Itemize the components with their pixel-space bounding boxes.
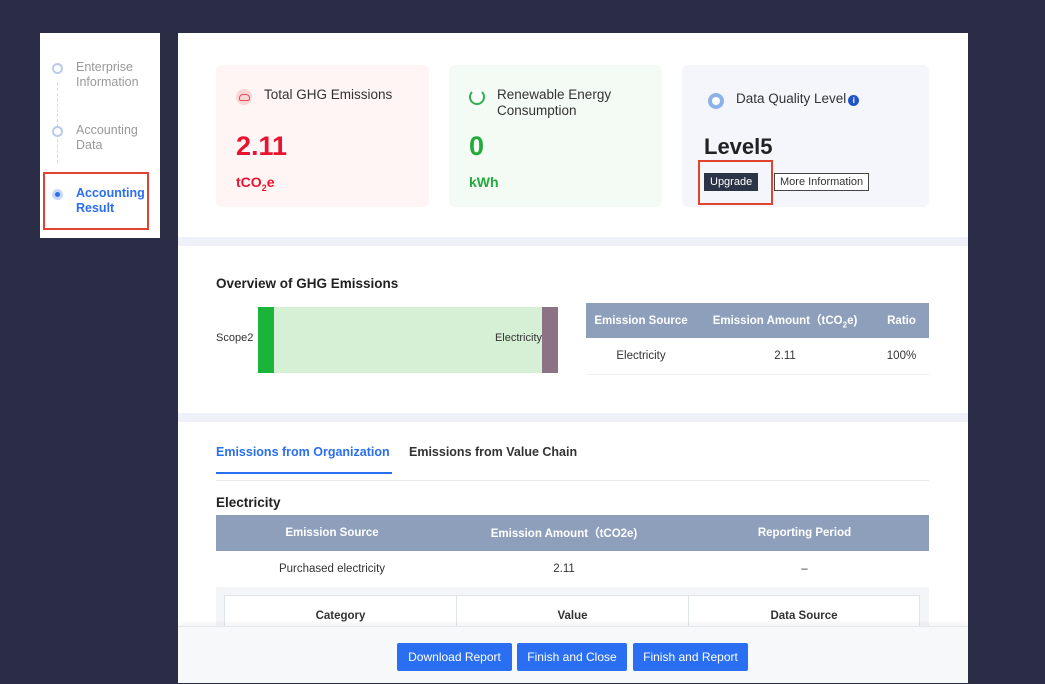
table-cell: 2.11	[696, 338, 874, 375]
summary-cards: Total GHG Emissions 2.11 tCO2e Renewable…	[216, 65, 929, 207]
overview-title: Overview of GHG Emissions	[216, 276, 399, 291]
table-cell: 2.11	[553, 563, 575, 575]
table-cell: 100%	[874, 338, 929, 375]
card-renewable-energy: Renewable Energy Consumption 0 kWh	[449, 65, 662, 207]
ghg-value: 2.11	[236, 131, 288, 161]
renewable-value: 0	[469, 131, 485, 161]
ghg-unit: tCO2e	[236, 174, 275, 193]
table-cell: Purchased electricity	[278, 563, 386, 575]
renewable-unit: kWh	[469, 174, 499, 190]
sankey-chart: Scope2 Electricity	[216, 305, 566, 373]
column-header: Emission Source	[586, 303, 696, 338]
steps-sidebar: Enterprise Information Accounting Data Acc…	[40, 33, 160, 238]
step-label: Enterprise Information	[76, 60, 139, 89]
column-header: Emission Amount（tCO2e)	[448, 515, 680, 551]
column-header: Emission Amount（tCO2e)	[696, 303, 874, 338]
column-header: Emission Source	[216, 515, 448, 551]
tab-emissions-from-organization[interactable]: Emissions from Organization	[216, 445, 392, 474]
table-row: Electricity 2.11 100%	[586, 338, 929, 375]
medal-icon	[708, 93, 724, 109]
table-cell: Electricity	[586, 338, 696, 375]
more-information-button[interactable]: More Information	[774, 173, 870, 191]
section-divider	[178, 413, 968, 422]
card-title: Renewable Energy Consumption	[497, 87, 612, 118]
result-panel: Total GHG Emissions 2.11 tCO2e Renewable…	[178, 33, 968, 683]
step-dot	[52, 126, 63, 137]
electricity-title: Electricity	[216, 495, 281, 510]
step-label: Accounting Data	[76, 123, 138, 152]
card-title: Data Quality Level i	[736, 91, 860, 107]
card-data-quality: Data Quality Level i Level5 Upgrade More …	[682, 65, 929, 207]
tab-emissions-from-value-chain[interactable]: Emissions from Value Chain	[409, 445, 577, 472]
emission-tabs: Emissions from Organization Emissions fr…	[216, 445, 929, 481]
card-title: Total GHG Emissions	[264, 87, 393, 102]
finish-and-close-button[interactable]: Finish and Close	[517, 643, 627, 671]
step-dot	[52, 63, 63, 74]
quality-level: Level5	[704, 134, 773, 159]
sankey-node-electricity[interactable]	[542, 307, 558, 373]
card-total-ghg: Total GHG Emissions 2.11 tCO2e	[216, 65, 429, 207]
action-footer: Download Report Finish and Close Finish …	[178, 626, 968, 683]
finish-and-report-button[interactable]: Finish and Report	[633, 643, 748, 671]
electricity-table: Emission Source Emission Amount（tCO2e) R…	[216, 515, 929, 587]
column-header: Ratio	[874, 303, 929, 338]
info-icon[interactable]: i	[848, 95, 860, 106]
column-header: Reporting Period	[680, 515, 929, 551]
cloud-icon	[236, 89, 252, 105]
step-accounting-data[interactable]: Accounting Data	[52, 123, 138, 153]
section-divider	[178, 237, 968, 246]
sankey-target-label: Electricity	[494, 332, 542, 344]
recycle-icon	[469, 89, 485, 105]
highlight-box	[698, 160, 773, 205]
overview-table: Emission Source Emission Amount（tCO2e) R…	[586, 303, 929, 375]
sankey-node-scope2[interactable]	[258, 307, 274, 373]
step-enterprise-information[interactable]: Enterprise Information	[52, 60, 139, 90]
highlight-box	[43, 172, 149, 230]
table-cell: –	[801, 563, 808, 575]
sankey-source-label: Scope2	[216, 332, 254, 344]
download-report-button[interactable]: Download Report	[397, 643, 512, 671]
table-row: Purchased electricity 2.11 –	[216, 551, 929, 587]
